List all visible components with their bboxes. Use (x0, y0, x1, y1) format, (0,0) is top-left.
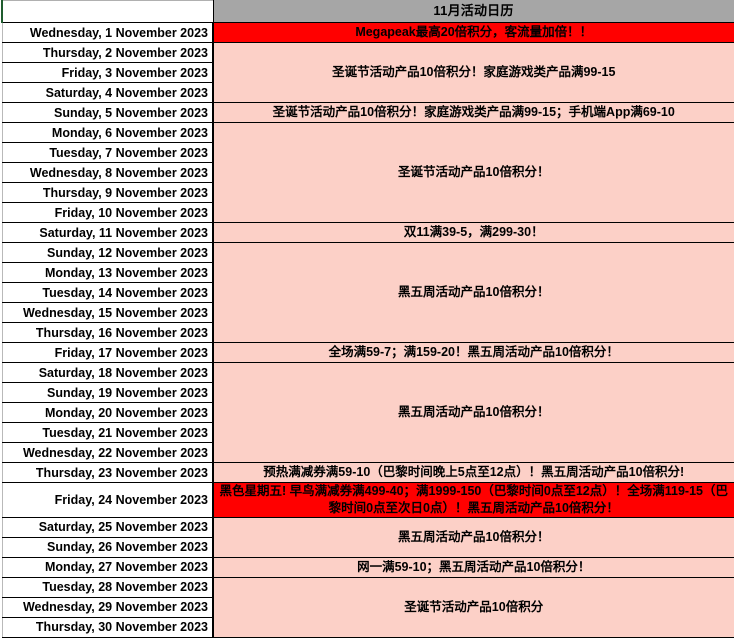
promotion-cell[interactable]: 黑五周活动产品10倍积分！ (212, 516, 734, 558)
date-cell[interactable]: Friday, 10 November 2023 (1, 202, 214, 223)
date-cell[interactable]: Tuesday, 7 November 2023 (1, 142, 214, 163)
header-blank-cell (1, 0, 214, 23)
date-cell[interactable]: Tuesday, 21 November 2023 (1, 422, 214, 443)
calendar-body: 11月活动日历 Wednesday, 1 November 2023 Megape… (1, 0, 734, 638)
table-row: Tuesday, 28 November 2023 圣诞节活动产品10倍积分 (1, 576, 734, 638)
promotion-cell[interactable]: Megapeak最高20倍积分，客流量加倍！！ (212, 22, 734, 43)
date-cell[interactable]: Wednesday, 22 November 2023 (1, 442, 214, 463)
table-row: Saturday, 25 November 2023 黑五周活动产品10倍积分！ (1, 516, 734, 558)
promotion-text: 预热满减券满59-10（巴黎时间晚上5点至12点）！黑五周活动产品10倍积分! (263, 465, 685, 480)
promotion-cell[interactable]: 全场满59-7；满159-20！黑五周活动产品10倍积分！ (212, 342, 734, 363)
promotion-cell[interactable]: 圣诞节活动产品10倍积分 (212, 576, 734, 638)
date-cell[interactable]: Tuesday, 28 November 2023 (1, 576, 214, 598)
table-row: Monday, 27 November 2023 网一满59-10；黑五周活动产品… (1, 556, 734, 578)
table-row: Thursday, 23 November 2023 预热满减券满59-10（巴黎… (1, 462, 734, 483)
date-cell[interactable]: Thursday, 23 November 2023 (1, 462, 214, 483)
date-cell[interactable]: Wednesday, 15 November 2023 (1, 302, 214, 323)
date-cell[interactable]: Saturday, 18 November 2023 (1, 362, 214, 383)
date-cell[interactable]: Thursday, 9 November 2023 (1, 182, 214, 203)
date-cell[interactable]: Friday, 17 November 2023 (1, 342, 214, 363)
date-cell[interactable]: Monday, 20 November 2023 (1, 402, 214, 423)
promotion-cell[interactable]: 黑五周活动产品10倍积分！ (212, 362, 734, 463)
table-row: Saturday, 18 November 2023 黑五周活动产品10倍积分！ (1, 362, 734, 463)
promotion-text: 双11满39-5，满299-30！ (403, 225, 544, 240)
table-row: Monday, 6 November 2023 圣诞节活动产品10倍积分！ (1, 122, 734, 223)
date-cell[interactable]: Tuesday, 14 November 2023 (1, 282, 214, 303)
table-header-row: 11月活动日历 (1, 0, 734, 23)
promotion-cell[interactable]: 双11满39-5，满299-30！ (212, 222, 734, 243)
promotion-text: 圣诞节活动产品10倍积分！家庭游戏类产品满99-15 (332, 65, 616, 80)
promotion-text: 圣诞节活动产品10倍积分！家庭游戏类产品满99-15；手机端App满69-10 (272, 105, 675, 120)
spreadsheet-canvas: 11月活动日历 Wednesday, 1 November 2023 Megape… (0, 0, 734, 638)
table-row: Sunday, 12 November 2023 黑五周活动产品10倍积分！ (1, 242, 734, 343)
promotion-text: 全场满59-7；满159-20！黑五周活动产品10倍积分！ (328, 345, 619, 360)
table-row: Friday, 24 November 2023 黑色星期五! 早鸟满减券满499… (1, 482, 734, 518)
calendar-title-cell: 11月活动日历 (212, 0, 734, 23)
promotion-cell[interactable]: 黑五周活动产品10倍积分！ (212, 242, 734, 343)
promotion-text: 黑五周活动产品10倍积分！ (398, 405, 550, 420)
date-cell[interactable]: Sunday, 5 November 2023 (1, 102, 214, 123)
activity-calendar-table: 11月活动日历 Wednesday, 1 November 2023 Megape… (1, 0, 734, 638)
promotion-cell[interactable]: 网一满59-10；黑五周活动产品10倍积分！ (212, 556, 734, 578)
promotion-text: 黑五周活动产品10倍积分！ (398, 529, 550, 544)
date-cell[interactable]: Monday, 27 November 2023 (1, 556, 214, 578)
date-cell[interactable]: Thursday, 16 November 2023 (1, 322, 214, 343)
date-cell[interactable]: Sunday, 19 November 2023 (1, 382, 214, 403)
promotion-text: 黑色星期五! 早鸟满减券满499-40；满1999-150（巴黎时间0点至12点… (219, 484, 728, 515)
promotion-text: 黑五周活动产品10倍积分！ (398, 285, 550, 300)
promotion-cell[interactable]: 预热满减券满59-10（巴黎时间晚上5点至12点）！黑五周活动产品10倍积分! (212, 462, 734, 483)
date-cell[interactable]: Wednesday, 1 November 2023 (1, 22, 214, 43)
date-cell[interactable]: Sunday, 12 November 2023 (1, 242, 214, 263)
date-cell[interactable]: Saturday, 4 November 2023 (1, 82, 214, 103)
date-cell[interactable]: Monday, 6 November 2023 (1, 122, 214, 143)
table-row: Saturday, 11 November 2023 双11满39-5，满299-… (1, 222, 734, 243)
date-cell[interactable]: Sunday, 26 November 2023 (1, 536, 214, 558)
table-row: Wednesday, 1 November 2023 Megapeak最高20倍积… (1, 22, 734, 43)
date-cell[interactable]: Wednesday, 8 November 2023 (1, 162, 214, 183)
promotion-text: 圣诞节活动产品10倍积分！ (398, 165, 550, 180)
promotion-text: 圣诞节活动产品10倍积分 (404, 599, 544, 614)
promotion-text: Megapeak最高20倍积分，客流量加倍！！ (355, 25, 593, 40)
date-cell[interactable]: Monday, 13 November 2023 (1, 262, 214, 283)
table-row: Sunday, 5 November 2023 圣诞节活动产品10倍积分！家庭游戏… (1, 102, 734, 123)
date-cell[interactable]: Thursday, 30 November 2023 (1, 616, 214, 638)
date-cell[interactable]: Friday, 24 November 2023 (1, 482, 214, 518)
table-row: Friday, 17 November 2023 全场满59-7；满159-20！… (1, 342, 734, 363)
date-cell[interactable]: Saturday, 25 November 2023 (1, 516, 214, 538)
date-cell[interactable]: Friday, 3 November 2023 (1, 62, 214, 83)
promotion-cell[interactable]: 圣诞节活动产品10倍积分！家庭游戏类产品满99-15；手机端App满69-10 (212, 102, 734, 123)
promotion-cell[interactable]: 黑色星期五! 早鸟满减券满499-40；满1999-150（巴黎时间0点至12点… (212, 482, 734, 518)
promotion-cell[interactable]: 圣诞节活动产品10倍积分！家庭游戏类产品满99-15 (212, 42, 734, 103)
promotion-cell[interactable]: 圣诞节活动产品10倍积分！ (212, 122, 734, 223)
date-cell[interactable]: Thursday, 2 November 2023 (1, 42, 214, 63)
table-row: Thursday, 2 November 2023 圣诞节活动产品10倍积分！家庭… (1, 42, 734, 103)
date-cell[interactable]: Saturday, 11 November 2023 (1, 222, 214, 243)
promotion-text: 网一满59-10；黑五周活动产品10倍积分！ (357, 559, 591, 574)
date-cell[interactable]: Wednesday, 29 November 2023 (1, 596, 214, 618)
